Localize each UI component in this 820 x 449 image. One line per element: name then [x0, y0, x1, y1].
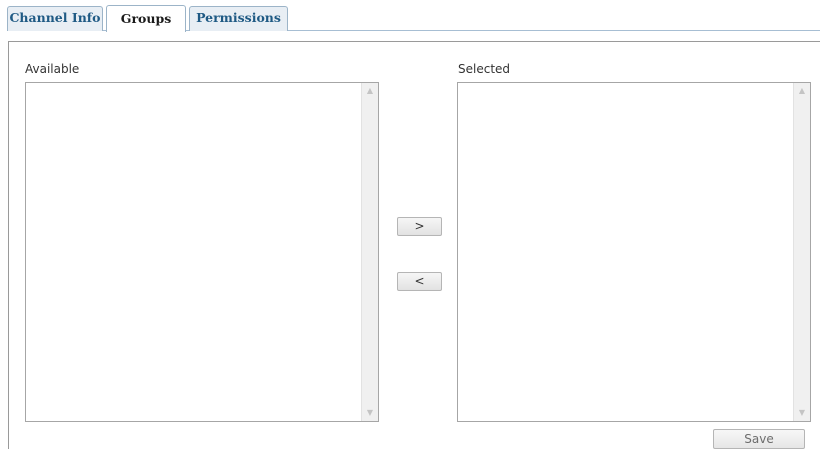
channel-groups-page: Channel Info Groups Permissions Availabl… — [0, 0, 820, 449]
remove-from-selected-button[interactable]: < — [397, 272, 442, 291]
selected-label: Selected — [458, 62, 511, 76]
tab-groups[interactable]: Groups — [106, 5, 186, 32]
tab-permissions[interactable]: Permissions — [189, 6, 288, 31]
save-button[interactable]: Save — [713, 429, 805, 449]
scroll-down-arrow-icon[interactable]: ▼ — [362, 405, 378, 421]
scroll-down-arrow-icon[interactable]: ▼ — [794, 405, 810, 421]
available-label: Available — [25, 62, 80, 76]
selected-groups-list[interactable]: ▲ ▼ — [457, 82, 811, 422]
selected-list-scrollbar[interactable]: ▲ ▼ — [793, 83, 810, 421]
scroll-up-arrow-icon[interactable]: ▲ — [362, 83, 378, 99]
scroll-up-arrow-icon[interactable]: ▲ — [794, 83, 810, 99]
available-groups-list[interactable]: ▲ ▼ — [25, 82, 379, 422]
tab-channel-info[interactable]: Channel Info — [7, 6, 103, 31]
tab-bar: Channel Info Groups Permissions — [0, 0, 820, 32]
add-to-selected-button[interactable]: > — [397, 217, 442, 236]
available-list-scrollbar[interactable]: ▲ ▼ — [361, 83, 378, 421]
